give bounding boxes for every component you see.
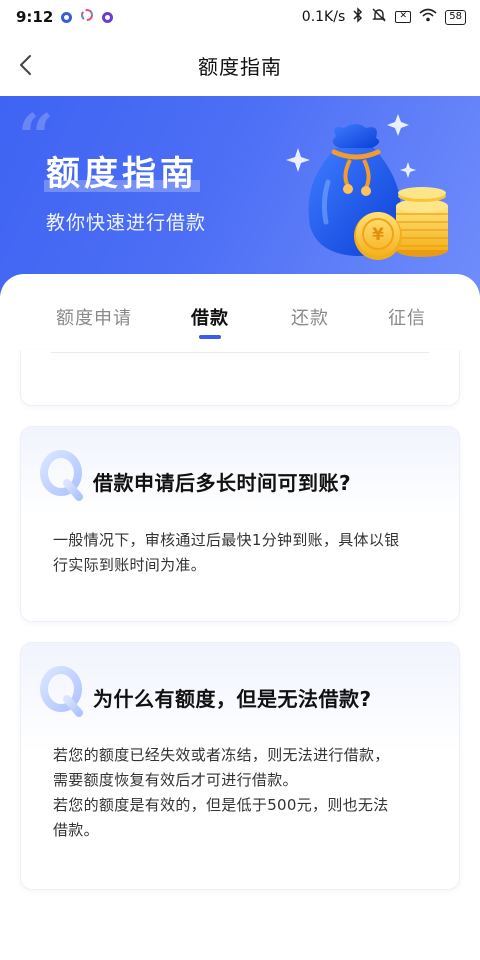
tab-credit-report[interactable]: 征信 bbox=[388, 304, 426, 330]
status-left: 9:12 bbox=[16, 8, 114, 26]
faq-card-partial bbox=[20, 350, 460, 406]
pinwheel-icon bbox=[80, 8, 94, 26]
faq-answer: 若您的额度已经失效或者冻结，则无法进行借款， 需要额度恢复有效后才可进行借款。 … bbox=[53, 743, 433, 843]
app-notification-icon bbox=[102, 11, 114, 23]
faq-answer-line: 需要额度恢复有效后才可进行借款。 bbox=[53, 771, 298, 789]
faq-answer-line: 若您的额度是有效的，但是低于500元，则也无法 bbox=[53, 796, 389, 814]
faq-question: 为什么有额度，但是无法借款? bbox=[93, 687, 372, 711]
tab-credit-application[interactable]: 额度申请 bbox=[56, 304, 132, 330]
net-speed: 0.1K/s bbox=[301, 9, 346, 25]
back-button[interactable] bbox=[12, 50, 40, 80]
nav-bar: 额度指南 bbox=[0, 34, 480, 96]
sim-off-icon: ✕ bbox=[395, 11, 412, 23]
question-q-icon bbox=[40, 666, 83, 717]
tab-repayment[interactable]: 还款 bbox=[291, 304, 329, 330]
status-bar: 9:12 0.1K/s ✕ 58 bbox=[0, 0, 480, 34]
faq-answer-line: 一般情况下，审核通过后最快1分钟到账，具体以银 bbox=[53, 531, 400, 549]
tab-borrowing[interactable]: 借款 bbox=[191, 304, 229, 330]
app-notification-icon bbox=[61, 11, 73, 23]
faq-answer-line: 借款。 bbox=[53, 821, 99, 839]
divider bbox=[51, 352, 429, 353]
chevron-left-icon bbox=[20, 55, 31, 75]
faq-answer: 一般情况下，审核通过后最快1分钟到账，具体以银 行实际到账时间为准。 bbox=[53, 528, 433, 578]
faq-answer-line: 行实际到账时间为准。 bbox=[53, 556, 207, 574]
question-q-icon bbox=[40, 450, 83, 501]
hero-banner: “ 额度指南 教你快速进行借款 ¥ bbox=[0, 96, 480, 296]
bluetooth-icon bbox=[353, 7, 363, 27]
page-title: 额度指南 bbox=[198, 54, 282, 79]
active-tab-indicator bbox=[199, 335, 221, 339]
battery-level: 58 bbox=[449, 11, 462, 22]
banner-title: 额度指南 bbox=[46, 154, 198, 194]
faq-card: 借款申请后多长时间可到账? 一般情况下，审核通过后最快1分钟到账，具体以银 行实… bbox=[20, 426, 460, 622]
status-right: 0.1K/s ✕ 58 bbox=[302, 7, 466, 27]
wifi-icon bbox=[419, 8, 437, 26]
money-bag-coins-illustration: ¥ bbox=[286, 114, 448, 260]
battery-icon: 58 bbox=[445, 9, 466, 25]
faq-answer-line: 若您的额度已经失效或者冻结，则无法进行借款， bbox=[53, 746, 390, 764]
status-time: 9:12 bbox=[16, 8, 54, 26]
svg-text:¥: ¥ bbox=[372, 225, 384, 245]
banner-subtitle: 教你快速进行借款 bbox=[46, 212, 207, 234]
faq-question: 借款申请后多长时间可到账? bbox=[93, 471, 352, 495]
mute-icon bbox=[371, 7, 387, 27]
faq-card: 为什么有额度，但是无法借款? 若您的额度已经失效或者冻结，则无法进行借款， 需要… bbox=[20, 642, 460, 890]
tab-bar: 额度申请 借款 还款 征信 bbox=[0, 274, 480, 350]
